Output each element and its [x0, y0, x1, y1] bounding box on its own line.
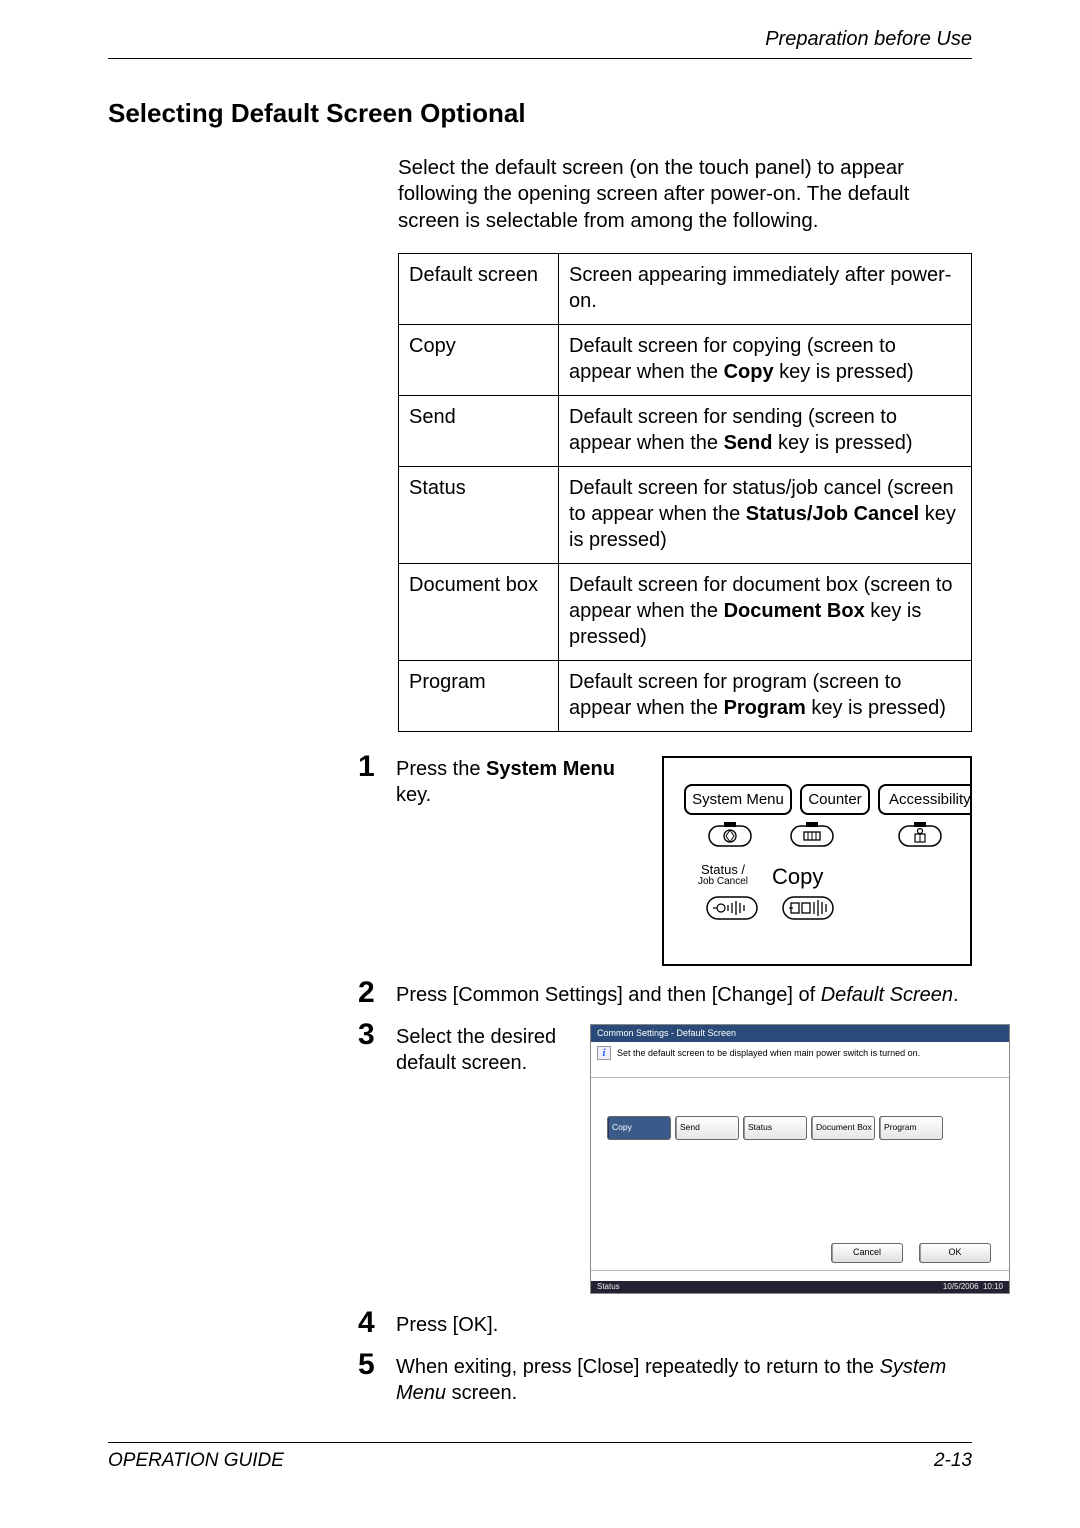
step-number: 2 [358, 978, 396, 1008]
step-1-text: Press the System Menu key. [396, 756, 646, 966]
table-row: Default screen Screen appearing immediat… [399, 253, 972, 324]
header-rule [108, 58, 972, 59]
accessibility-key[interactable]: Accessibility Di [878, 784, 972, 816]
page-number: 2-13 [934, 1449, 972, 1474]
step-5-text: When exiting, press [Close] repeatedly t… [396, 1352, 972, 1406]
step-number: 1 [358, 752, 396, 782]
option-status-button[interactable]: Status [743, 1116, 807, 1140]
table-row: Send Default screen for sending (screen … [399, 395, 972, 466]
step-5: 5 When exiting, press [Close] repeatedly… [358, 1352, 972, 1406]
step-number: 5 [358, 1350, 396, 1380]
step-2-text: Press [Common Settings] and then [Change… [396, 980, 972, 1008]
system-menu-icon [708, 821, 752, 851]
table-row: Copy Default screen for copying (screen … [399, 324, 972, 395]
control-panel-illustration: System Menu Counter Accessibility Di [662, 756, 972, 966]
step-number: 4 [358, 1308, 396, 1338]
status-job-cancel-label: Status / Job Cancel [698, 863, 748, 892]
option-send-button[interactable]: Send [675, 1116, 739, 1140]
chapter-title: Preparation before Use [108, 26, 972, 52]
status-bar-datetime: 10/5/2006 10:10 [943, 1282, 1003, 1292]
intro-paragraph: Select the default screen (on the touch … [398, 155, 972, 235]
table-row: Program Default screen for program (scre… [399, 660, 972, 731]
step-3: 3 Select the desired default screen. Com… [358, 1022, 972, 1294]
copy-label: Copy [772, 863, 823, 892]
option-program-button[interactable]: Program [879, 1116, 943, 1140]
table-row: Document box Default screen for document… [399, 563, 972, 660]
counter-icon [790, 821, 834, 851]
system-menu-key[interactable]: System Menu [684, 784, 792, 816]
table-row: Status Default screen for status/job can… [399, 466, 972, 563]
section-heading: Selecting Default Screen Optional [108, 97, 972, 131]
step-3-text: Select the desired default screen. [396, 1024, 576, 1294]
touch-panel-screenshot: Common Settings - Default Screen i Set t… [590, 1024, 1010, 1294]
step-1: 1 Press the System Menu key. System Menu… [358, 754, 972, 966]
step-number: 3 [358, 1020, 396, 1050]
info-icon: i [597, 1046, 611, 1060]
step-4: 4 Press [OK]. [358, 1310, 972, 1338]
step-2: 2 Press [Common Settings] and then [Chan… [358, 980, 972, 1008]
cancel-button[interactable]: Cancel [831, 1243, 903, 1263]
status-job-cancel-icon [706, 894, 758, 922]
status-bar-label: Status [597, 1282, 620, 1292]
accessibility-icon [898, 821, 942, 851]
counter-key[interactable]: Counter [800, 784, 870, 816]
ok-button[interactable]: OK [919, 1243, 991, 1263]
footer-left: OPERATION GUIDE [108, 1449, 284, 1474]
option-copy-button[interactable]: Copy [607, 1116, 671, 1140]
dialog-title: Common Settings - Default Screen [591, 1025, 1009, 1043]
step-4-text: Press [OK]. [396, 1310, 972, 1338]
options-table: Default screen Screen appearing immediat… [398, 253, 972, 732]
option-document-box-button[interactable]: Document Box [811, 1116, 875, 1140]
dialog-instruction: Set the default screen to be displayed w… [617, 1048, 920, 1060]
footer-rule [108, 1442, 972, 1443]
copy-icon [782, 894, 834, 922]
